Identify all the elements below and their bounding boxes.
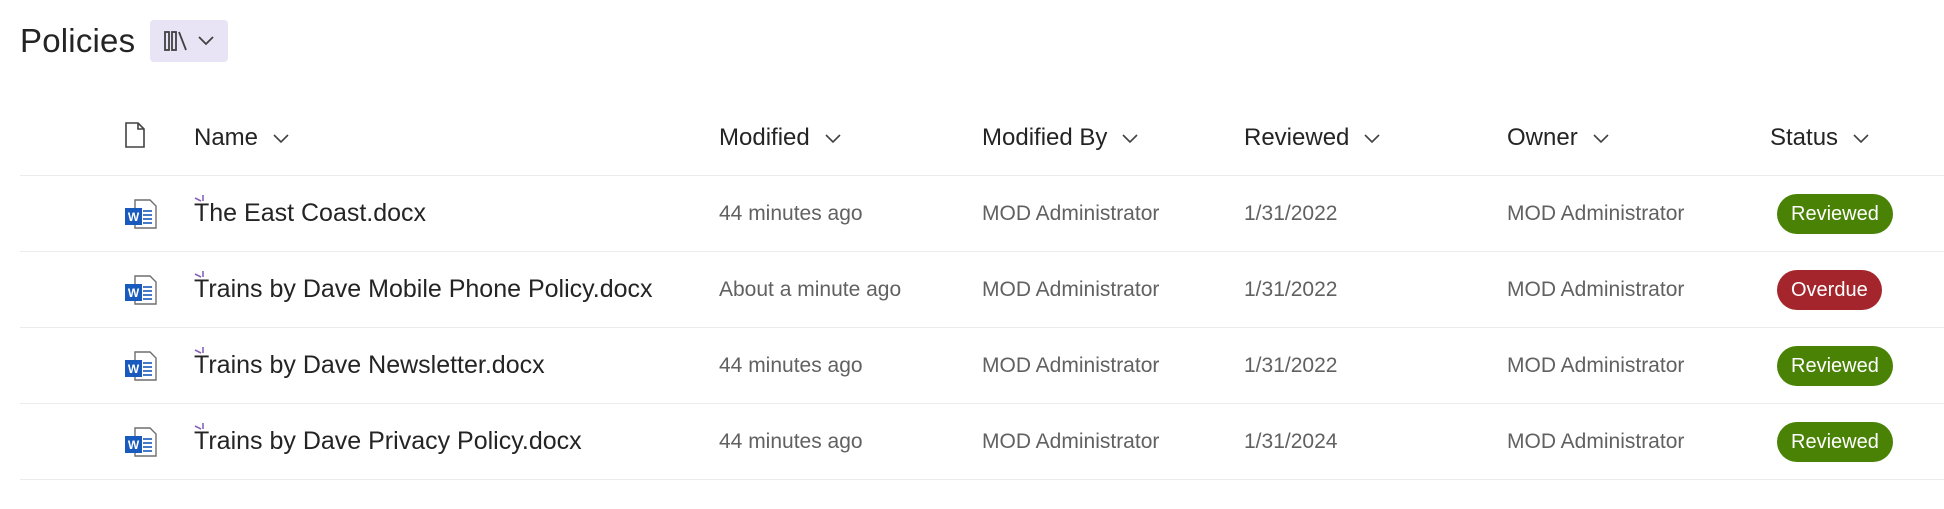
column-header-row: Name Modified Modified By Reviewed Owner… bbox=[20, 100, 1944, 176]
reviewed-cell: 1/31/2022 bbox=[1244, 277, 1338, 301]
modified-cell: About a minute ago bbox=[719, 277, 902, 301]
file-name-link[interactable]: The East Coast.docx bbox=[194, 199, 426, 228]
status-cell: Reviewed bbox=[1770, 176, 1893, 251]
type-column-header[interactable] bbox=[124, 100, 146, 175]
chevron-down-icon bbox=[197, 35, 215, 47]
document-library-page: Policies Name Modified Modified By Revie… bbox=[0, 0, 1944, 509]
table-row[interactable]: W Trains by Dave Privacy Policy.docx 44 … bbox=[20, 404, 1944, 480]
modified-by-column-header[interactable]: Modified By bbox=[982, 100, 1139, 175]
reviewed-cell: 1/31/2024 bbox=[1244, 429, 1338, 453]
svg-text:W: W bbox=[128, 210, 140, 224]
file-name-link[interactable]: Trains by Dave Privacy Policy.docx bbox=[194, 427, 582, 456]
file-name-cell[interactable]: The East Coast.docx bbox=[194, 176, 426, 251]
library-header: Policies bbox=[20, 18, 229, 64]
owner-cell: MOD Administrator bbox=[1507, 429, 1685, 453]
document-list: Name Modified Modified By Reviewed Owner… bbox=[20, 100, 1944, 480]
table-row[interactable]: W Trains by Dave Mobile Phone Policy.doc… bbox=[20, 252, 1944, 328]
table-row[interactable]: W The East Coast.docx 44 minutes ago MOD… bbox=[20, 176, 1944, 252]
reviewed-column-label: Reviewed bbox=[1244, 123, 1350, 151]
file-name-cell[interactable]: Trains by Dave Newsletter.docx bbox=[194, 328, 545, 403]
status-badge: Overdue bbox=[1777, 269, 1882, 310]
status-badge: Reviewed bbox=[1777, 421, 1893, 462]
owner-cell: MOD Administrator bbox=[1507, 201, 1685, 225]
table-row[interactable]: W Trains by Dave Newsletter.docx 44 minu… bbox=[20, 328, 1944, 404]
owner-cell: MOD Administrator bbox=[1507, 353, 1685, 377]
modified-column-label: Modified bbox=[719, 123, 810, 151]
new-item-icon bbox=[194, 266, 212, 290]
modified-by-column-label: Modified By bbox=[982, 123, 1108, 151]
file-name-cell[interactable]: Trains by Dave Privacy Policy.docx bbox=[194, 404, 582, 479]
status-column-header[interactable]: Status bbox=[1770, 100, 1870, 175]
chevron-down-icon bbox=[1117, 124, 1139, 152]
name-column-label: Name bbox=[194, 123, 259, 151]
reviewed-column-header[interactable]: Reviewed bbox=[1244, 100, 1381, 175]
new-item-icon bbox=[194, 342, 212, 366]
owner-column-label: Owner bbox=[1507, 123, 1578, 151]
chevron-down-icon bbox=[268, 124, 290, 152]
reviewed-cell: 1/31/2022 bbox=[1244, 353, 1338, 377]
modified-cell: 44 minutes ago bbox=[719, 429, 863, 453]
status-badge: Reviewed bbox=[1777, 345, 1893, 386]
word-file-icon: W bbox=[124, 176, 158, 251]
file-name-cell[interactable]: Trains by Dave Mobile Phone Policy.docx bbox=[194, 252, 653, 327]
file-name-link[interactable]: Trains by Dave Mobile Phone Policy.docx bbox=[194, 275, 653, 304]
modified-by-cell: MOD Administrator bbox=[982, 277, 1160, 301]
status-cell: Reviewed bbox=[1770, 328, 1893, 403]
reviewed-cell: 1/31/2022 bbox=[1244, 201, 1338, 225]
status-column-label: Status bbox=[1770, 123, 1839, 151]
chevron-down-icon bbox=[1848, 124, 1870, 152]
modified-cell: 44 minutes ago bbox=[719, 353, 863, 377]
word-file-icon: W bbox=[124, 328, 158, 403]
svg-text:W: W bbox=[128, 286, 140, 300]
library-icon bbox=[163, 30, 189, 52]
chevron-down-icon bbox=[820, 124, 842, 152]
file-name-link[interactable]: Trains by Dave Newsletter.docx bbox=[194, 351, 545, 380]
modified-cell: 44 minutes ago bbox=[719, 201, 863, 225]
word-file-icon: W bbox=[124, 404, 158, 479]
word-file-icon: W bbox=[124, 252, 158, 327]
document-icon bbox=[124, 121, 146, 154]
svg-text:W: W bbox=[128, 362, 140, 376]
chevron-down-icon bbox=[1588, 124, 1610, 152]
chevron-down-icon bbox=[1359, 124, 1381, 152]
status-badge: Reviewed bbox=[1777, 193, 1893, 234]
new-item-icon bbox=[194, 190, 212, 214]
page-title: Policies bbox=[20, 22, 136, 59]
owner-cell: MOD Administrator bbox=[1507, 277, 1685, 301]
modified-column-header[interactable]: Modified bbox=[719, 100, 842, 175]
view-switcher-button[interactable] bbox=[150, 20, 229, 62]
name-column-header[interactable]: Name bbox=[194, 100, 290, 175]
modified-by-cell: MOD Administrator bbox=[982, 201, 1160, 225]
status-cell: Reviewed bbox=[1770, 404, 1893, 479]
modified-by-cell: MOD Administrator bbox=[982, 353, 1160, 377]
new-item-icon bbox=[194, 418, 212, 442]
status-cell: Overdue bbox=[1770, 252, 1882, 327]
svg-text:W: W bbox=[128, 438, 140, 452]
owner-column-header[interactable]: Owner bbox=[1507, 100, 1610, 175]
modified-by-cell: MOD Administrator bbox=[982, 429, 1160, 453]
